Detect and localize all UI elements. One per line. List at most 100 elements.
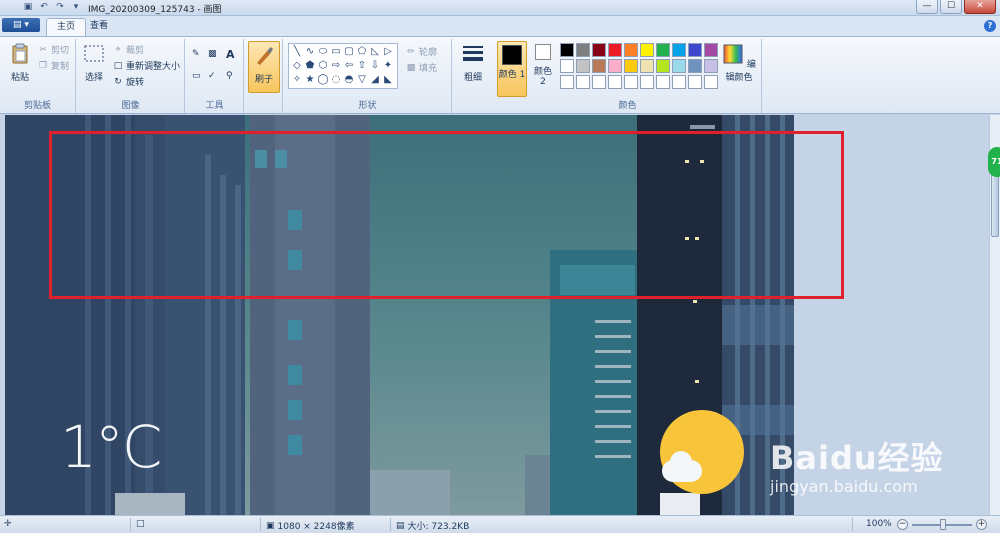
zoom-slider-thumb[interactable] [940,519,946,530]
rotate-icon: ↻ [114,76,122,87]
palette-swatch[interactable] [704,43,718,57]
undo-icon[interactable]: ↶ [38,1,50,13]
shape-star4[interactable]: ✦ [382,60,394,72]
shape-rect[interactable]: ▭ [330,46,342,58]
close-button[interactable]: ✕ [964,0,996,14]
minimize-button[interactable]: — [916,0,938,14]
palette-swatch[interactable] [688,75,702,89]
palette-swatch[interactable] [640,43,654,57]
outline-button[interactable]: ✏ 轮廓 [406,45,438,59]
color-picker-icon[interactable]: ✓ [208,71,216,81]
shape-hexagon[interactable]: ⬡ [317,60,329,72]
palette-swatch[interactable] [688,59,702,73]
crop-button[interactable]: ⌖ 裁剪 [113,43,144,57]
shape-right-tri[interactable]: ▷ [382,46,394,58]
shape-pentagon[interactable]: ⬟ [304,60,316,72]
palette-swatch[interactable] [560,75,574,89]
shape-callout-cloud[interactable]: ◓ [343,74,355,86]
status-bar: ✛ □ ▣ 1080 × 2248像素 ▤ 大小: 723.2KB 100% −… [0,515,1000,533]
palette-swatch[interactable] [688,43,702,57]
edit-colors-button[interactable]: 编辑颜色 [720,43,758,83]
save-icon[interactable]: ▣ [22,1,34,13]
pencil-icon[interactable]: ✎ [192,49,200,59]
cut-button[interactable]: ✂ 剪切 [38,43,69,57]
palette-swatch[interactable] [608,75,622,89]
palette-swatch[interactable] [592,43,606,57]
size-button[interactable]: 粗细 [459,43,487,83]
app-menu-button[interactable]: ▤ ▾ [2,18,40,32]
shape-arrow-right[interactable]: ⇨ [330,60,342,72]
color1-button[interactable]: 颜色 1 [497,41,527,97]
zoom-out-button[interactable]: − [897,519,908,530]
magnifier-icon[interactable]: ⚲ [226,71,233,81]
paste-button[interactable]: 粘贴 [6,43,34,83]
shape-curve[interactable]: ∿ [304,46,316,58]
status-separator [852,518,853,531]
shape-lightning[interactable]: ◢ [369,74,381,86]
shape-arrow-left[interactable]: ⇦ [343,60,355,72]
color-wheel-icon [723,44,743,64]
palette-swatch[interactable] [672,59,686,73]
shape-arrow-up[interactable]: ⇧ [356,60,368,72]
palette-swatch[interactable] [672,75,686,89]
copy-button[interactable]: ❐ 复制 [38,59,69,73]
zoom-in-button[interactable]: + [976,519,987,530]
rotate-button[interactable]: ↻ 旋转 [113,75,144,89]
palette-swatch[interactable] [576,43,590,57]
fill-bucket-icon[interactable]: ▩ [208,49,217,59]
palette-swatch[interactable] [656,43,670,57]
shape-polygon[interactable]: ⬠ [356,46,368,58]
shape-triangle[interactable]: ◺ [369,46,381,58]
palette-swatch[interactable] [560,43,574,57]
palette-swatch[interactable] [576,75,590,89]
shape-round-rect[interactable]: ▢ [343,46,355,58]
palette-swatch[interactable] [656,75,670,89]
palette-swatch[interactable] [576,59,590,73]
shape-callout-oval[interactable]: ◌ [330,74,342,86]
palette-swatch[interactable] [624,43,638,57]
tab-view[interactable]: 查看 [80,18,118,36]
shape-heart[interactable]: ▽ [356,74,368,86]
palette-swatch[interactable] [608,43,622,57]
side-badge[interactable]: 71 [988,147,1000,177]
palette-swatch[interactable] [640,75,654,89]
shape-more[interactable]: ◣ [382,74,394,86]
redo-icon[interactable]: ↷ [54,1,66,13]
color1-label: 颜色 1 [498,70,526,80]
text-tool-icon[interactable]: A [226,48,235,61]
palette-swatch[interactable] [592,75,606,89]
brushes-button[interactable]: 刷子 [248,41,280,93]
palette-swatch[interactable] [704,75,718,89]
help-icon[interactable]: ? [984,20,996,32]
color2-button[interactable]: 颜色 2 [530,44,556,87]
shape-diamond[interactable]: ◇ [291,60,303,72]
palette-swatch[interactable] [672,43,686,57]
shape-star6[interactable]: ★ [304,74,316,86]
dropdown-icon[interactable]: ▾ [70,1,82,13]
resize-button[interactable]: □ 重新调整大小 [113,59,180,73]
shape-callout-round[interactable]: ◯ [317,74,329,86]
image-group: 选择 ⌖ 裁剪 □ 重新调整大小 ↻ 旋转 图像 [77,39,185,113]
palette-swatch[interactable] [560,59,574,73]
shape-oval[interactable]: ⬭ [317,46,329,58]
palette-swatch[interactable] [624,59,638,73]
palette-swatch[interactable] [608,59,622,73]
shape-star5[interactable]: ✧ [291,74,303,86]
palette-swatch[interactable] [624,75,638,89]
shapes-group-label: 形状 [358,101,377,111]
select-button[interactable]: 选择 [81,43,107,83]
palette-swatch[interactable] [704,59,718,73]
shape-line[interactable]: ╲ [291,46,303,58]
palette-swatch[interactable] [640,59,654,73]
image-group-label: 图像 [121,101,140,111]
clipboard-group-label: 剪贴板 [23,101,51,111]
scissors-icon: ✂ [39,44,47,55]
outline-label: 轮廓 [419,48,438,58]
palette-swatch[interactable] [592,59,606,73]
eraser-icon[interactable]: ▭ [192,71,201,81]
fill-button[interactable]: ▩ 填充 [406,61,437,75]
select-icon [84,45,104,62]
maximize-button[interactable]: ☐ [940,0,962,14]
palette-swatch[interactable] [656,59,670,73]
shape-arrow-down[interactable]: ⇩ [369,60,381,72]
